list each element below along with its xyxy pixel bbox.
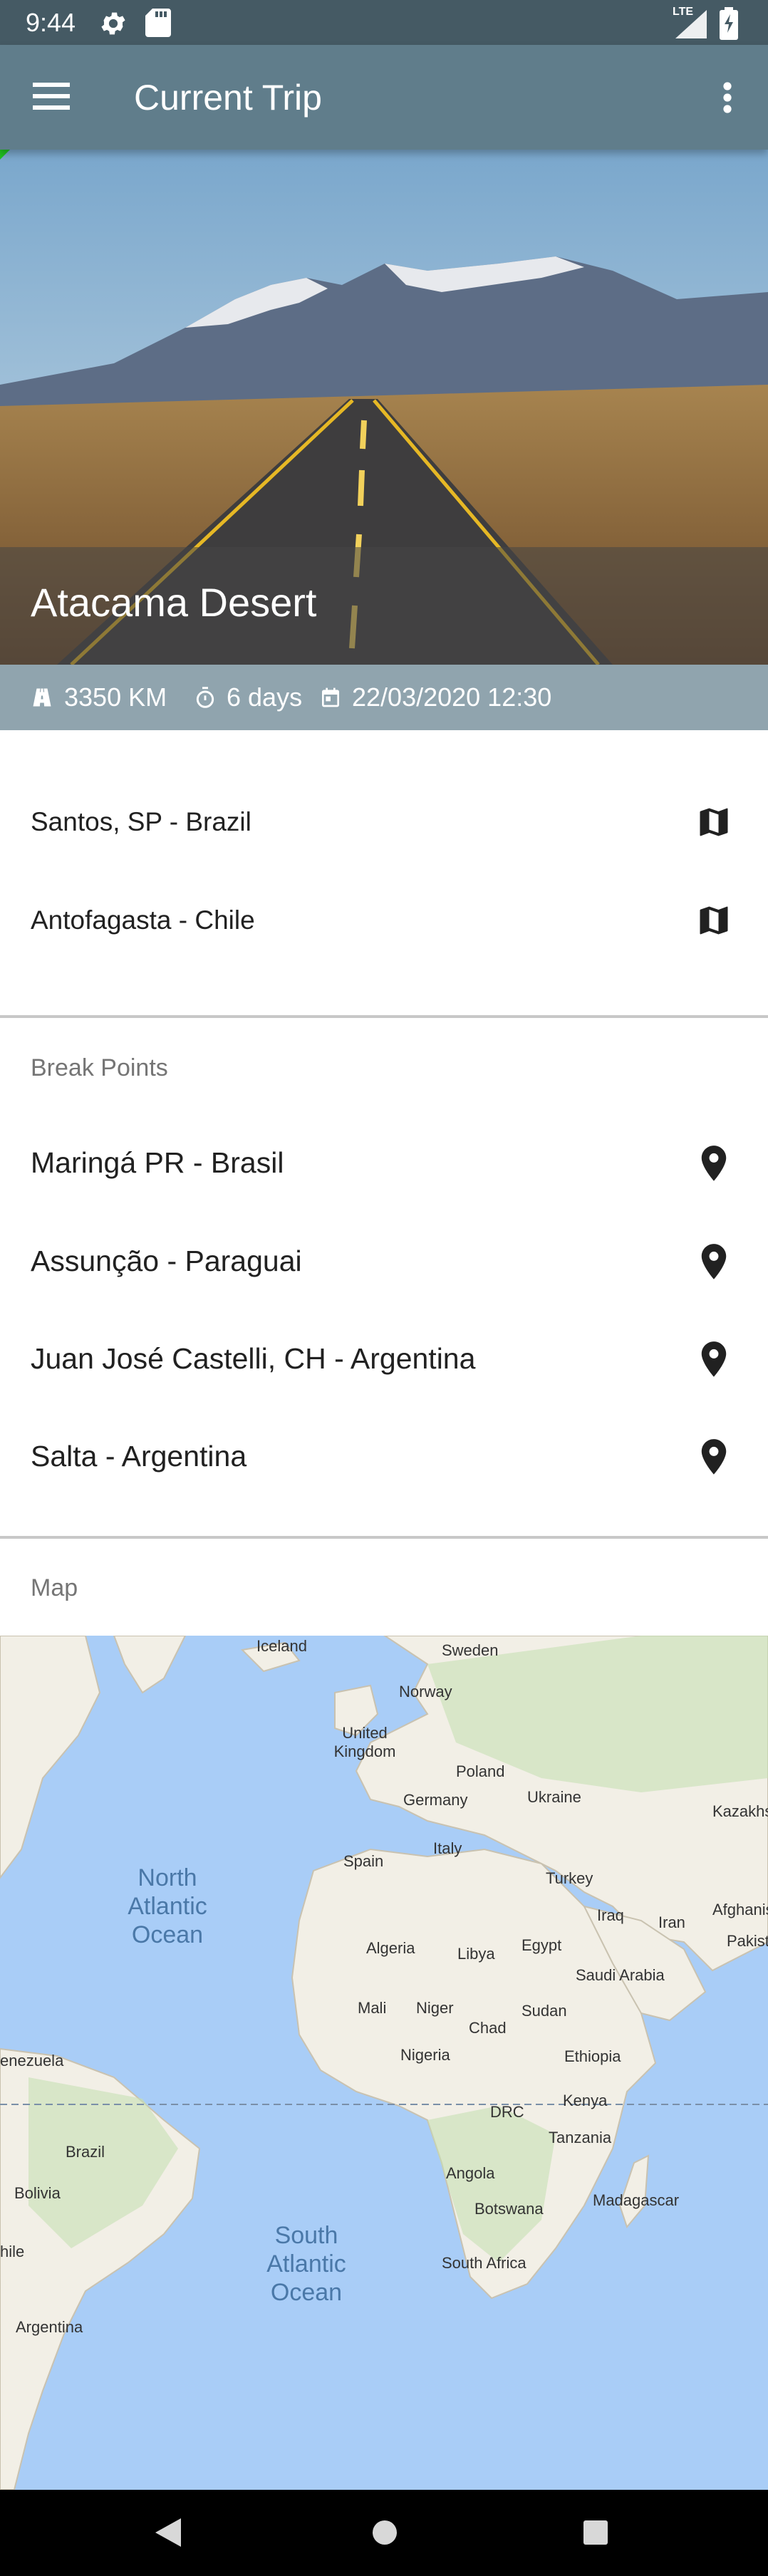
map-label: Norway [399,1683,452,1700]
route-origin-row[interactable]: Santos, SP - Brazil [0,791,768,853]
break-point-row[interactable]: Salta - Argentina [0,1426,768,1489]
break-points-header: Break Points [31,1054,168,1081]
location-pin-icon[interactable] [695,1242,732,1286]
ocean-label: North Atlantic Ocean [128,1864,207,1948]
break-point-row[interactable]: Juan José Castelli, CH - Argentina [0,1329,768,1391]
map-label: enezuela [0,2052,64,2069]
map-label: United Kingdom [333,1724,396,1760]
road-icon [31,682,53,713]
map-label: Poland [456,1762,505,1780]
map-label: Nigeria [400,2046,450,2064]
app-title: Current Trip [134,78,322,118]
map-label: Ethiopia [564,2047,621,2065]
map-label: Iceland [256,1637,307,1655]
map-label: Saudi Arabia [576,1966,665,1984]
app-bar: Current Trip [0,45,768,150]
back-icon[interactable] [152,2517,184,2552]
map-label: Bolivia [14,2184,61,2202]
section-divider [0,1536,768,1539]
map-label: Algeria [366,1939,415,1957]
map-label: Chad [469,2019,507,2037]
map-label: Kazakhst [712,1802,768,1820]
signal-icon [675,10,707,42]
map-land [0,1636,768,2490]
timer-icon [194,682,217,713]
map-label: Sweden [442,1641,499,1659]
map-header: Map [31,1574,78,1601]
map-label: Botswana [474,2200,544,2218]
trip-duration: 6 days [227,682,303,712]
recents-icon[interactable] [583,2520,608,2549]
map-label: Pakist [727,1932,768,1950]
status-bar: 9:44 LTE [0,0,768,45]
map-label: Madagascar [593,2191,680,2209]
menu-icon[interactable] [33,83,70,113]
map-label: Ukraine [527,1788,581,1806]
corner-marker-icon [0,150,10,163]
trip-stats-bar: 3350 KM 6 days 22/03/2020 12:30 [0,665,768,730]
section-divider [0,1015,768,1018]
break-point-row[interactable]: Maringá PR - Brasil [0,1133,768,1195]
map-label: Turkey [546,1869,593,1887]
map-label: Egypt [521,1936,562,1954]
map-label: Angola [446,2164,495,2182]
route-origin-label: Santos, SP - Brazil [31,807,251,836]
map-label: Afghanis [712,1901,768,1918]
route-destination-row[interactable]: Antofagasta - Chile [0,889,768,952]
calendar-icon [319,682,342,713]
trip-title: Atacama Desert [31,580,317,625]
ocean-label: South Atlantic Ocean [266,2222,346,2306]
map-label: Sudan [521,2002,567,2020]
trip-distance: 3350 KM [64,682,167,712]
map-label: DRC [490,2103,524,2121]
map-label: South Africa [442,2254,526,2272]
trip-cover-image: Atacama Desert [0,150,768,665]
map-label: Argentina [16,2318,83,2336]
map-icon[interactable] [695,902,732,942]
map-label: Tanzania [549,2129,612,2146]
status-time: 9:44 [26,8,76,37]
map-label: Kenya [563,2092,608,2109]
location-pin-icon[interactable] [695,1340,732,1383]
break-point-label: Assunção - Paraguai [31,1245,302,1277]
map-icon[interactable] [695,804,732,844]
more-options-icon[interactable] [720,82,735,117]
system-navigation-bar [0,2490,768,2576]
break-point-label: Juan José Castelli, CH - Argentina [31,1342,476,1375]
location-pin-icon[interactable] [695,1144,732,1188]
map-label: Niger [416,1999,454,2017]
break-point-label: Maringá PR - Brasil [31,1146,284,1179]
map-label: Libya [457,1945,495,1963]
map-label: Mali [358,1999,387,2017]
route-destination-label: Antofagasta - Chile [31,905,255,935]
home-icon[interactable] [372,2520,398,2549]
trip-datetime: 22/03/2020 12:30 [352,682,552,712]
break-point-row[interactable]: Assunção - Paraguai [0,1231,768,1294]
map-label: Germany [403,1791,468,1809]
map-label: Brazil [66,2143,105,2161]
settings-icon [98,9,128,42]
map-label: Iraq [597,1906,624,1924]
sd-card-icon [145,9,171,41]
map-view[interactable]: Iceland Sweden Norway United Kingdom Pol… [0,1636,768,2490]
map-label: hile [0,2243,25,2260]
map-label: Iran [658,1913,685,1931]
battery-icon [720,7,738,43]
map-label: Italy [433,1839,462,1857]
map-label: Spain [343,1852,384,1870]
location-pin-icon[interactable] [695,1438,732,1481]
break-point-label: Salta - Argentina [31,1440,247,1473]
